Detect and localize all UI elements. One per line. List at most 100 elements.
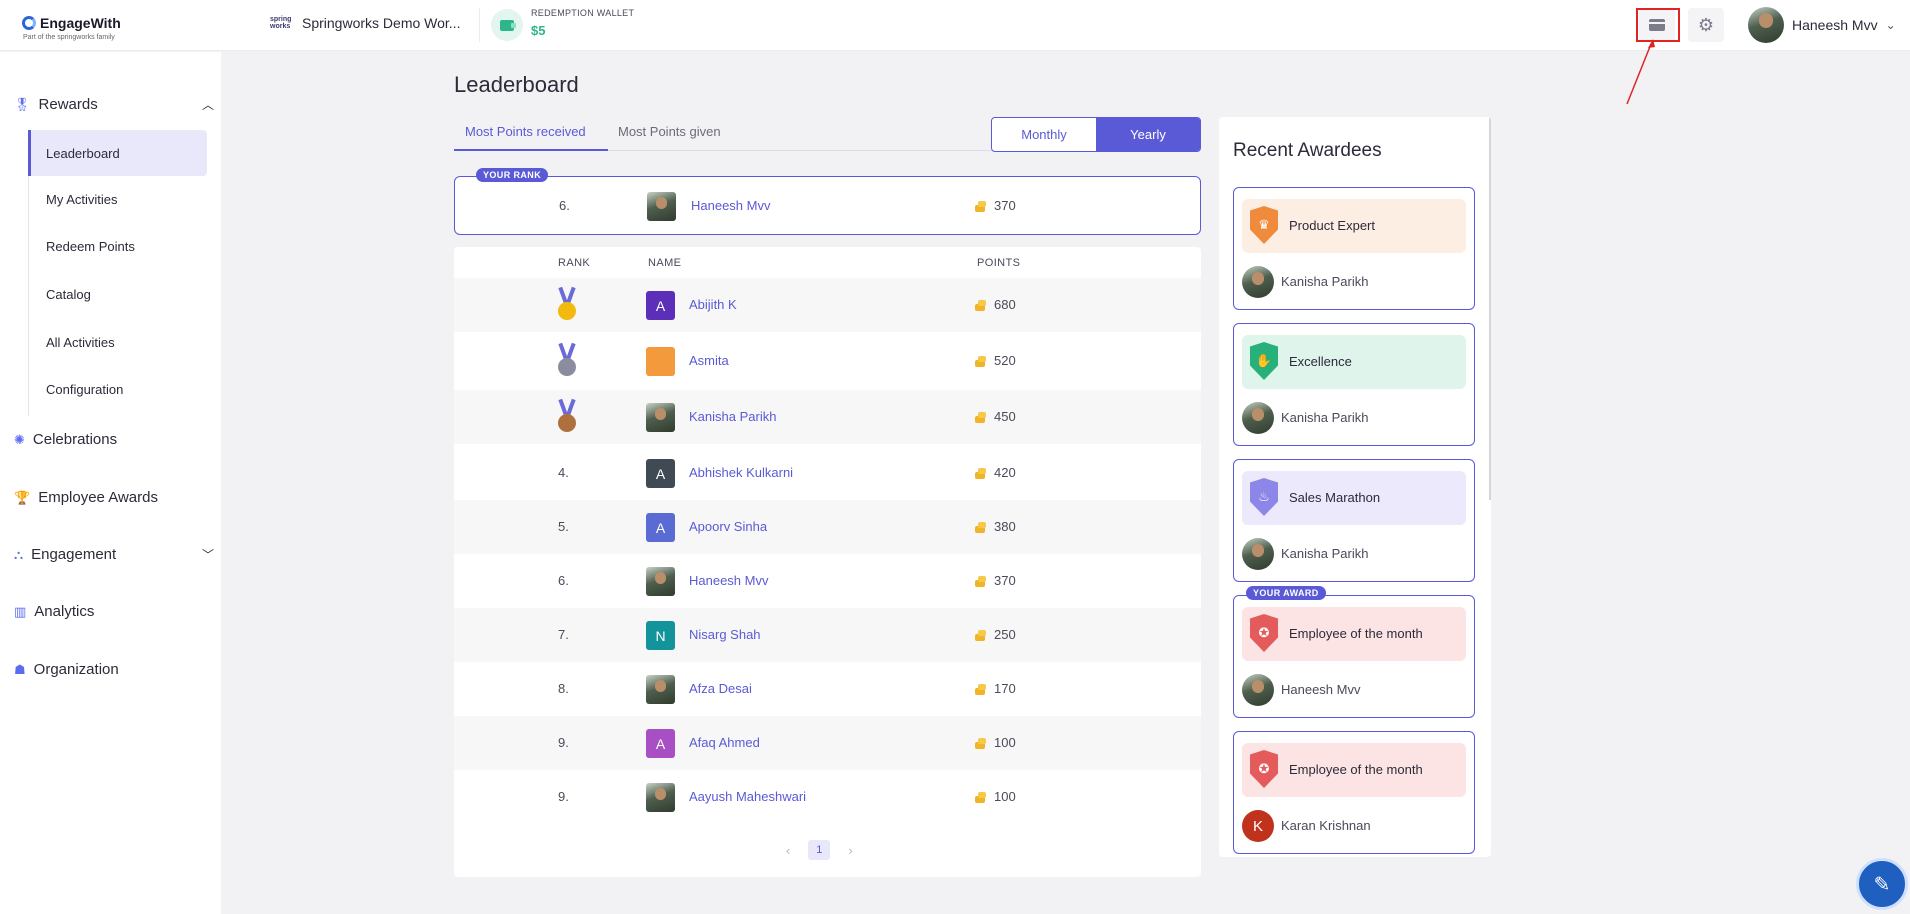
your-rank-points: 370	[994, 198, 1016, 213]
sidebar-item-label: Employee Awards	[38, 489, 158, 506]
award-name: Excellence	[1289, 354, 1352, 369]
row-points: 100	[994, 789, 1016, 804]
leaderboard-table: RANK NAME POINTS A Abijith K 680 Asmita 520 K…	[454, 247, 1201, 877]
rank-number: 9.	[558, 789, 569, 804]
rank-number: 9.	[558, 735, 569, 750]
logo-name: EngageWith	[40, 15, 121, 31]
sidebar-item-label: Analytics	[34, 603, 95, 620]
monthly-toggle-button[interactable]: Monthly	[992, 118, 1096, 151]
next-page-button[interactable]: ›	[848, 843, 852, 858]
award-shield-icon: ✋	[1250, 342, 1278, 380]
table-row: 4. A Abhishek Kulkarni 420	[454, 446, 1201, 500]
sidebar-item-label: My Activities	[46, 191, 118, 207]
award-banner: ✪ Employee of the month	[1242, 743, 1466, 797]
your-award-badge: YOUR AWARD	[1246, 586, 1326, 600]
chat-button[interactable]: ✎	[1856, 858, 1908, 910]
sidebar: 🎖 Rewards ︿ Leaderboard My Activities Re…	[0, 52, 221, 914]
award-card[interactable]: ♨ Sales Marathon Kanisha Parikh	[1233, 459, 1475, 582]
your-rank-number: 6.	[559, 198, 570, 213]
row-name[interactable]: Apoorv Sinha	[689, 519, 767, 534]
scrollbar[interactable]	[1489, 117, 1491, 500]
award-banner: ✪ Employee of the month	[1242, 607, 1466, 661]
sidebar-item-engagement[interactable]: ⛬ Engagement ﹀	[14, 546, 214, 563]
column-header-rank: RANK	[558, 257, 591, 269]
user-name: Haneesh Mvv	[1792, 17, 1878, 33]
sidebar-item-label: Configuration	[46, 381, 124, 397]
chevron-down-icon: ⌄	[1885, 18, 1896, 32]
rank-number: 4.	[558, 465, 569, 480]
coin-icon	[975, 201, 987, 213]
workspace-selector[interactable]: spring works Springworks Demo Wor...	[270, 15, 460, 31]
sidebar-item-rewards[interactable]: 🎖 Rewards ︿	[14, 96, 214, 113]
confetti-icon: ✺	[14, 431, 25, 447]
page-button[interactable]: 1	[808, 840, 831, 860]
sidebar-item-leaderboard[interactable]: Leaderboard	[28, 130, 207, 176]
row-points: 420	[994, 465, 1016, 480]
award-banner: ♛ Product Expert	[1242, 199, 1466, 253]
page-title: Leaderboard	[454, 72, 579, 97]
avatar	[646, 567, 675, 596]
user-menu[interactable]: Haneesh Mvv ⌄	[1748, 7, 1896, 43]
engagewith-logo[interactable]: EngageWith Part of the springworks famil…	[22, 15, 121, 41]
row-points: 250	[994, 627, 1016, 642]
row-name[interactable]: Kanisha Parikh	[689, 409, 776, 424]
chevron-down-icon: ﹀	[201, 548, 214, 562]
sidebar-item-label: Redeem Points	[46, 238, 135, 254]
row-name[interactable]: Nisarg Shah	[689, 627, 761, 642]
row-points: 170	[994, 681, 1016, 696]
award-card[interactable]: YOUR AWARD ✪ Employee of the month Hanee…	[1233, 586, 1475, 718]
settings-button[interactable]: ⚙	[1688, 8, 1724, 42]
sidebar-item-my-activities[interactable]: My Activities	[28, 176, 207, 222]
logo-subtitle: Part of the springworks family	[23, 34, 115, 41]
sidebar-item-configuration[interactable]: Configuration	[28, 366, 207, 412]
award-glyph: ♛	[1258, 217, 1270, 232]
row-name[interactable]: Abijith K	[689, 297, 737, 312]
award-card[interactable]: ✪ Employee of the month K Karan Krishnan	[1233, 731, 1475, 854]
active-tab-indicator	[454, 149, 608, 151]
table-row: 8. Afza Desai 170	[454, 662, 1201, 716]
sidebar-item-all-activities[interactable]: All Activities	[28, 319, 207, 365]
row-name[interactable]: Asmita	[689, 353, 729, 368]
row-name[interactable]: Aayush Maheshwari	[689, 789, 806, 804]
period-toggle: Monthly Yearly	[991, 117, 1201, 152]
sidebar-item-label: Catalog	[46, 286, 91, 302]
table-row: 7. N Nisarg Shah 250	[454, 608, 1201, 662]
avatar	[1242, 674, 1274, 706]
award-card[interactable]: ♛ Product Expert Kanisha Parikh	[1233, 187, 1475, 310]
row-name[interactable]: Haneesh Mvv	[689, 573, 768, 588]
sidebar-item-organization[interactable]: ☗ Organization	[14, 661, 119, 678]
avatar-initial: A	[655, 519, 666, 536]
chat-icon: ✎	[1873, 873, 1891, 896]
award-card[interactable]: ✋ Excellence Kanisha Parikh	[1233, 323, 1475, 446]
tab-most-points-received[interactable]: Most Points received	[465, 124, 586, 139]
avatar: A	[646, 513, 675, 542]
sidebar-item-redeem-points[interactable]: Redeem Points	[28, 223, 207, 269]
award-shield-icon: ✪	[1250, 750, 1278, 788]
your-rank-card: YOUR RANK 6. Haneesh Mvv 370	[454, 168, 1201, 235]
avatar-initial: A	[655, 465, 666, 482]
coin-icon	[975, 738, 987, 750]
avatar-initial: N	[655, 627, 666, 644]
coin-icon	[975, 630, 987, 642]
awardee-name: Haneesh Mvv	[1281, 682, 1361, 697]
silver-medal-icon	[558, 343, 576, 379]
sidebar-item-catalog[interactable]: Catalog	[28, 271, 207, 317]
your-rank-name[interactable]: Haneesh Mvv	[691, 198, 770, 213]
row-name[interactable]: Afza Desai	[689, 681, 752, 696]
avatar: N	[646, 621, 675, 650]
wallet-icon	[491, 9, 523, 41]
sidebar-item-employee-awards[interactable]: 🏆 Employee Awards	[14, 489, 158, 506]
row-name[interactable]: Afaq Ahmed	[689, 735, 760, 750]
row-points: 100	[994, 735, 1016, 750]
prev-page-button[interactable]: ‹	[786, 843, 790, 858]
award-glyph: ✪	[1258, 761, 1270, 776]
row-name[interactable]: Abhishek Kulkarni	[689, 465, 793, 480]
tab-most-points-given[interactable]: Most Points given	[618, 124, 721, 139]
sidebar-item-celebrations[interactable]: ✺ Celebrations	[14, 431, 117, 448]
row-points: 450	[994, 409, 1016, 424]
sidebar-item-analytics[interactable]: ▥ Analytics	[14, 603, 94, 620]
award-glyph: ♨	[1258, 489, 1270, 504]
engagewith-logo-icon	[22, 16, 36, 30]
coin-icon	[975, 412, 987, 424]
yearly-toggle-button[interactable]: Yearly	[1096, 118, 1200, 151]
